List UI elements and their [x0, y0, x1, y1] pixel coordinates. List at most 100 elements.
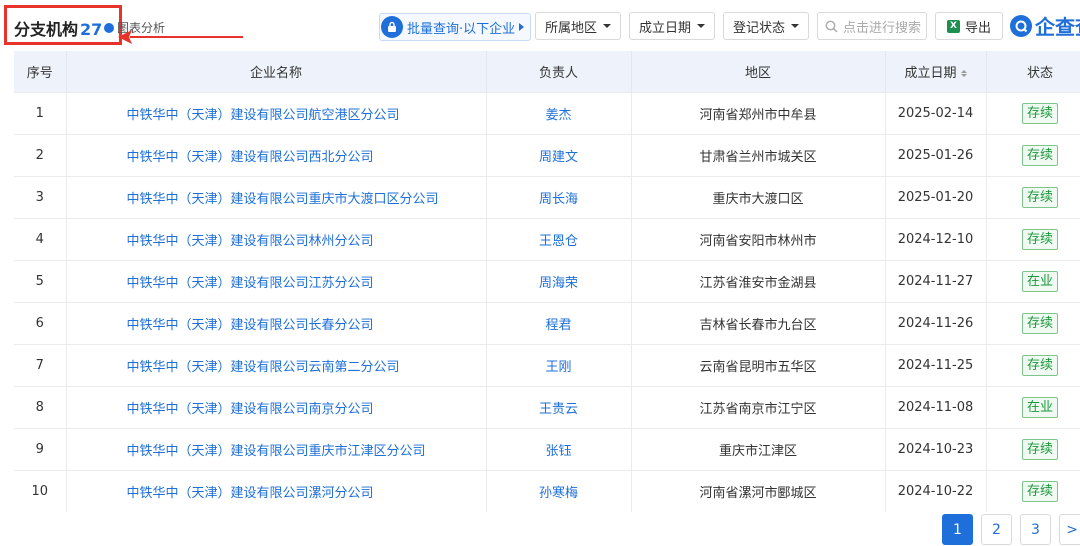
date-filter-label: 成立日期	[638, 20, 691, 36]
region-cell: 甘肃省兰州市城关区	[631, 134, 886, 177]
status-badge: 存续	[1021, 187, 1058, 208]
col-header-date[interactable]: 成立日期	[885, 51, 987, 93]
row-index: 7	[14, 344, 67, 387]
col-header-company: 企业名称	[66, 51, 487, 93]
toolbar: 分支机构 27 图表分析 批量查询·以下企业 所属地区 成立日期 登记状态 点击进…	[0, 0, 1080, 52]
table-row: 10 中铁华中（天津）建设有限公司漯河分公司 孙寒梅 河南省漯河市郾城区 2024-10…	[14, 470, 1080, 512]
col-header-date-label: 成立日期	[904, 66, 957, 81]
region-cell: 河南省漯河市郾城区	[631, 470, 886, 512]
status-badge: 存续	[1021, 439, 1058, 460]
search-input[interactable]: 点击进行搜索	[817, 12, 927, 40]
pie-chart-icon	[104, 23, 114, 33]
person-link[interactable]: 张钰	[486, 428, 632, 471]
section-title-label: 分支机构	[14, 20, 79, 39]
region-cell: 河南省郑州市中牟县	[631, 92, 886, 135]
row-index: 3	[14, 176, 67, 219]
status-cell: 在业	[986, 386, 1080, 429]
play-icon	[519, 23, 525, 31]
person-link[interactable]: 周长海	[486, 176, 632, 219]
person-link[interactable]: 王恩仓	[486, 218, 632, 261]
person-link[interactable]: 程君	[486, 302, 632, 345]
red-arrow-icon	[118, 30, 243, 44]
status-badge: 存续	[1021, 313, 1058, 334]
table-row: 7 中铁华中（天津）建设有限公司云南第二分公司 王刚 云南省昆明市五华区 2024-11…	[14, 344, 1080, 387]
row-index: 2	[14, 134, 67, 177]
row-index: 9	[14, 428, 67, 471]
branch-count[interactable]: 27	[80, 20, 102, 39]
col-header-region: 地区	[631, 51, 886, 93]
person-link[interactable]: 王刚	[486, 344, 632, 387]
status-badge: 存续	[1021, 355, 1058, 376]
person-link[interactable]: 王贵云	[486, 386, 632, 429]
status-badge: 在业	[1021, 271, 1058, 292]
row-index: 1	[14, 92, 67, 135]
table-row: 3 中铁华中（天津）建设有限公司重庆市大渡口区分公司 周长海 重庆市大渡口区 2025-…	[14, 176, 1080, 219]
search-icon	[825, 20, 838, 32]
table-row: 9 中铁华中（天津）建设有限公司重庆市江津区分公司 张钰 重庆市江津区 2024-10-…	[14, 428, 1080, 471]
chevron-down-icon	[791, 24, 799, 28]
status-cell: 存续	[986, 344, 1080, 387]
chevron-down-icon	[697, 24, 705, 28]
sort-icon[interactable]	[960, 70, 967, 77]
qcc-logo-icon	[1010, 14, 1032, 37]
company-name-link[interactable]: 中铁华中（天津）建设有限公司航空港区分公司	[66, 92, 487, 135]
person-link[interactable]: 孙寒梅	[486, 470, 632, 512]
status-badge: 存续	[1021, 229, 1058, 250]
status-filter-label: 登记状态	[732, 20, 785, 36]
company-name-link[interactable]: 中铁华中（天津）建设有限公司漯河分公司	[66, 470, 487, 512]
table-row: 8 中铁华中（天津）建设有限公司南京分公司 王贵云 江苏省南京市江宁区 2024-11-…	[14, 386, 1080, 429]
export-button[interactable]: X 导出	[935, 12, 1003, 40]
row-index: 6	[14, 302, 67, 345]
table-row: 1 中铁华中（天津）建设有限公司航空港区分公司 姜杰 河南省郑州市中牟县 2025-02…	[14, 92, 1080, 135]
date-cell: 2024-11-27	[885, 260, 987, 303]
company-name-link[interactable]: 中铁华中（天津）建设有限公司江苏分公司	[66, 260, 487, 303]
page-button-1[interactable]: 1	[942, 514, 973, 545]
col-header-person: 负责人	[486, 51, 632, 93]
search-placeholder: 点击进行搜索	[843, 20, 922, 36]
col-header-index: 序号	[14, 51, 67, 93]
region-cell: 吉林省长春市九台区	[631, 302, 886, 345]
status-cell: 在业	[986, 260, 1080, 303]
status-cell: 存续	[986, 92, 1080, 135]
region-cell: 河南省安阳市林州市	[631, 218, 886, 261]
company-name-link[interactable]: 中铁华中（天津）建设有限公司南京分公司	[66, 386, 487, 429]
brand-logo[interactable]: 企查查	[1010, 11, 1080, 40]
next-page-button[interactable]: >	[1059, 514, 1080, 545]
export-label: 导出	[964, 20, 991, 36]
table-row: 6 中铁华中（天津）建设有限公司长春分公司 程君 吉林省长春市九台区 2024-11-2…	[14, 302, 1080, 345]
excel-icon: X	[946, 19, 960, 33]
section-title: 分支机构 27	[14, 16, 102, 40]
page-button-2[interactable]: 2	[981, 514, 1012, 545]
person-link[interactable]: 姜杰	[486, 92, 632, 135]
date-cell: 2025-02-14	[885, 92, 987, 135]
lock-icon	[381, 16, 403, 38]
batch-query-button[interactable]: 批量查询·以下企业	[379, 13, 532, 41]
region-cell: 重庆市江津区	[631, 428, 886, 471]
person-link[interactable]: 周海荣	[486, 260, 632, 303]
table-row: 5 中铁华中（天津）建设有限公司江苏分公司 周海荣 江苏省淮安市金湖县 2024-11-…	[14, 260, 1080, 303]
company-name-link[interactable]: 中铁华中（天津）建设有限公司重庆市大渡口区分公司	[66, 176, 487, 219]
person-link[interactable]: 周建文	[486, 134, 632, 177]
company-name-link[interactable]: 中铁华中（天津）建设有限公司长春分公司	[66, 302, 487, 345]
date-filter-dropdown[interactable]: 成立日期	[629, 12, 715, 40]
region-filter-label: 所属地区	[544, 20, 597, 36]
status-filter-dropdown[interactable]: 登记状态	[723, 12, 809, 40]
date-cell: 2024-10-23	[885, 428, 987, 471]
brand-name: 企查查	[1035, 15, 1080, 39]
status-cell: 存续	[986, 218, 1080, 261]
company-name-link[interactable]: 中铁华中（天津）建设有限公司西北分公司	[66, 134, 487, 177]
date-cell: 2024-10-22	[885, 470, 987, 512]
region-cell: 云南省昆明市五华区	[631, 344, 886, 387]
date-cell: 2024-11-25	[885, 344, 987, 387]
company-name-link[interactable]: 中铁华中（天津）建设有限公司林州分公司	[66, 218, 487, 261]
row-index: 10	[14, 470, 67, 512]
region-filter-dropdown[interactable]: 所属地区	[535, 12, 621, 40]
company-name-link[interactable]: 中铁华中（天津）建设有限公司重庆市江津区分公司	[66, 428, 487, 471]
status-cell: 存续	[986, 302, 1080, 345]
region-cell: 江苏省南京市江宁区	[631, 386, 886, 429]
company-name-link[interactable]: 中铁华中（天津）建设有限公司云南第二分公司	[66, 344, 487, 387]
row-index: 4	[14, 218, 67, 261]
date-cell: 2024-12-10	[885, 218, 987, 261]
page-button-3[interactable]: 3	[1020, 514, 1051, 545]
status-cell: 存续	[986, 470, 1080, 512]
